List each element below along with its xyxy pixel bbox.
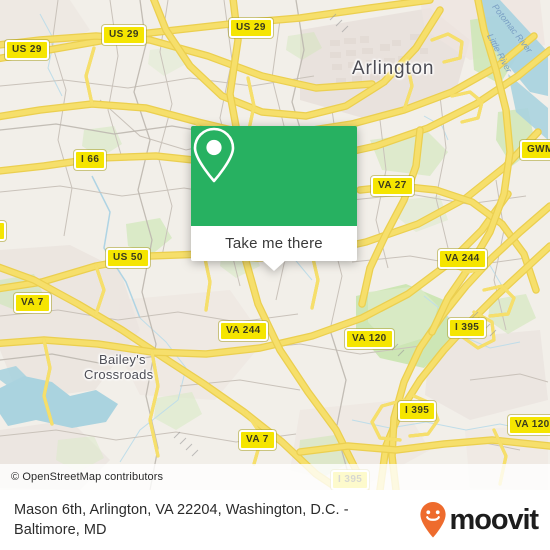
road-shield: VA 7 [239, 430, 276, 450]
road-shield: VA 244 [438, 249, 487, 269]
road-shield: US 29 [5, 40, 49, 60]
moovit-wordmark: moovit [449, 503, 540, 536]
road-shield-clipped [0, 221, 6, 241]
footer-bar: Mason 6th, Arlington, VA 22204, Washingt… [0, 490, 550, 550]
map-pin-icon [193, 127, 235, 183]
take-me-there-label: Take me there [225, 235, 323, 252]
road-shield: GWMP [520, 140, 550, 160]
road-shield: I 66 [74, 150, 107, 170]
road-shield: US 50 [106, 248, 150, 268]
place-label-baileys: Bailey's [99, 352, 146, 367]
map-canvas[interactable]: .rd{fill:none;stroke:#F6DF6B;stroke-line… [0, 0, 550, 490]
take-me-there-card[interactable]: Take me there [191, 126, 357, 271]
road-shield: VA 120 [508, 415, 550, 435]
card-pointer-tail [263, 261, 285, 271]
location-title: Mason 6th, Arlington, VA 22204, Washingt… [14, 502, 349, 538]
place-label-arlington: Arlington [352, 58, 435, 79]
road-shield: I 395 [398, 401, 437, 421]
osm-attribution-bar: © OpenStreetMap contributors [0, 464, 550, 490]
road-shield: US 29 [102, 25, 146, 45]
card-image-area [191, 126, 357, 226]
screenshot-root: .rd{fill:none;stroke:#F6DF6B;stroke-line… [0, 0, 550, 550]
road-shield: VA 7 [14, 293, 51, 313]
road-shield: I 395 [448, 318, 487, 338]
place-label-crossroads: Crossroads [84, 367, 154, 382]
road-shield: VA 27 [371, 176, 414, 196]
road-shield: VA 120 [345, 329, 394, 349]
moovit-pin-icon [419, 502, 446, 538]
card-action-area[interactable]: Take me there [191, 226, 357, 261]
road-shield: VA 244 [219, 321, 268, 341]
road-shield: US 29 [229, 18, 273, 38]
osm-attribution-text[interactable]: © OpenStreetMap contributors [0, 471, 163, 483]
moovit-logo[interactable]: moovit [419, 501, 540, 539]
